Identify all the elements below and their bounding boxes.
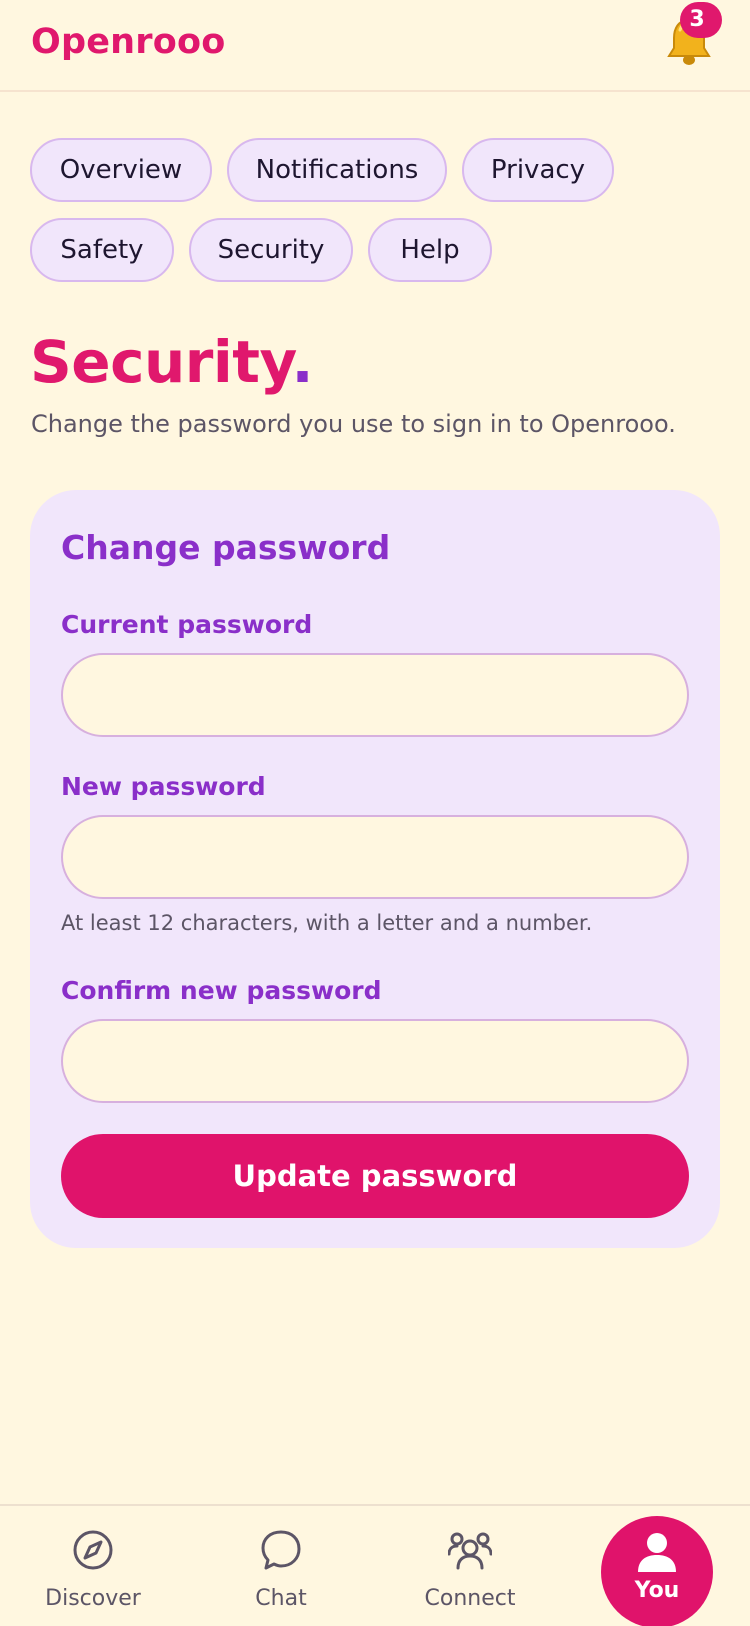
password-requirements-hint: At least 12 characters, with a letter an… [61, 911, 593, 935]
tab-label: Notifications [255, 155, 419, 185]
tab-overview[interactable]: Overview [30, 138, 212, 202]
chat-bubble-icon [261, 1530, 301, 1570]
tab-label: Privacy [490, 155, 586, 185]
tab-help[interactable]: Help [368, 218, 492, 282]
new-password-input[interactable] [61, 815, 689, 899]
new-password-label: New password [61, 772, 266, 801]
nav-label: You [634, 1578, 680, 1603]
current-password-input[interactable] [61, 653, 689, 737]
page-subtitle: Change the password you use to sign in t… [31, 410, 676, 438]
nav-chat[interactable]: Chat [228, 1506, 334, 1626]
nav-label: Chat [255, 1586, 307, 1611]
app-logo[interactable]: Openrooo [31, 22, 225, 62]
compass-icon [73, 1530, 113, 1570]
tab-security[interactable]: Security [189, 218, 353, 282]
user-icon [638, 1533, 676, 1572]
tab-privacy[interactable]: Privacy [462, 138, 614, 202]
confirm-password-input[interactable] [61, 1019, 689, 1103]
nav-label: Connect [424, 1586, 516, 1611]
tab-label: Security [217, 235, 325, 265]
nav-discover[interactable]: Discover [30, 1506, 156, 1626]
nav-you[interactable]: You [601, 1516, 713, 1626]
tab-label: Overview [59, 155, 183, 185]
card-heading: Change password [61, 528, 391, 567]
current-password-label: Current password [61, 610, 313, 639]
page-title-dot: . [291, 328, 314, 396]
page-title: Security. [30, 328, 314, 396]
confirm-password-label: Confirm new password [61, 976, 382, 1005]
tab-label: Safety [60, 235, 144, 265]
top-bar: Openrooo 3 [0, 0, 750, 92]
page-title-text: Security [30, 328, 292, 396]
tab-safety[interactable]: Safety [30, 218, 174, 282]
tab-notifications[interactable]: Notifications [227, 138, 447, 202]
tab-label: Help [400, 235, 460, 265]
notification-count-badge: 3 [680, 2, 722, 38]
nav-connect[interactable]: Connect [410, 1506, 530, 1626]
update-password-button[interactable]: Update password [61, 1134, 689, 1218]
people-icon [448, 1532, 492, 1570]
nav-label: Discover [45, 1586, 141, 1611]
